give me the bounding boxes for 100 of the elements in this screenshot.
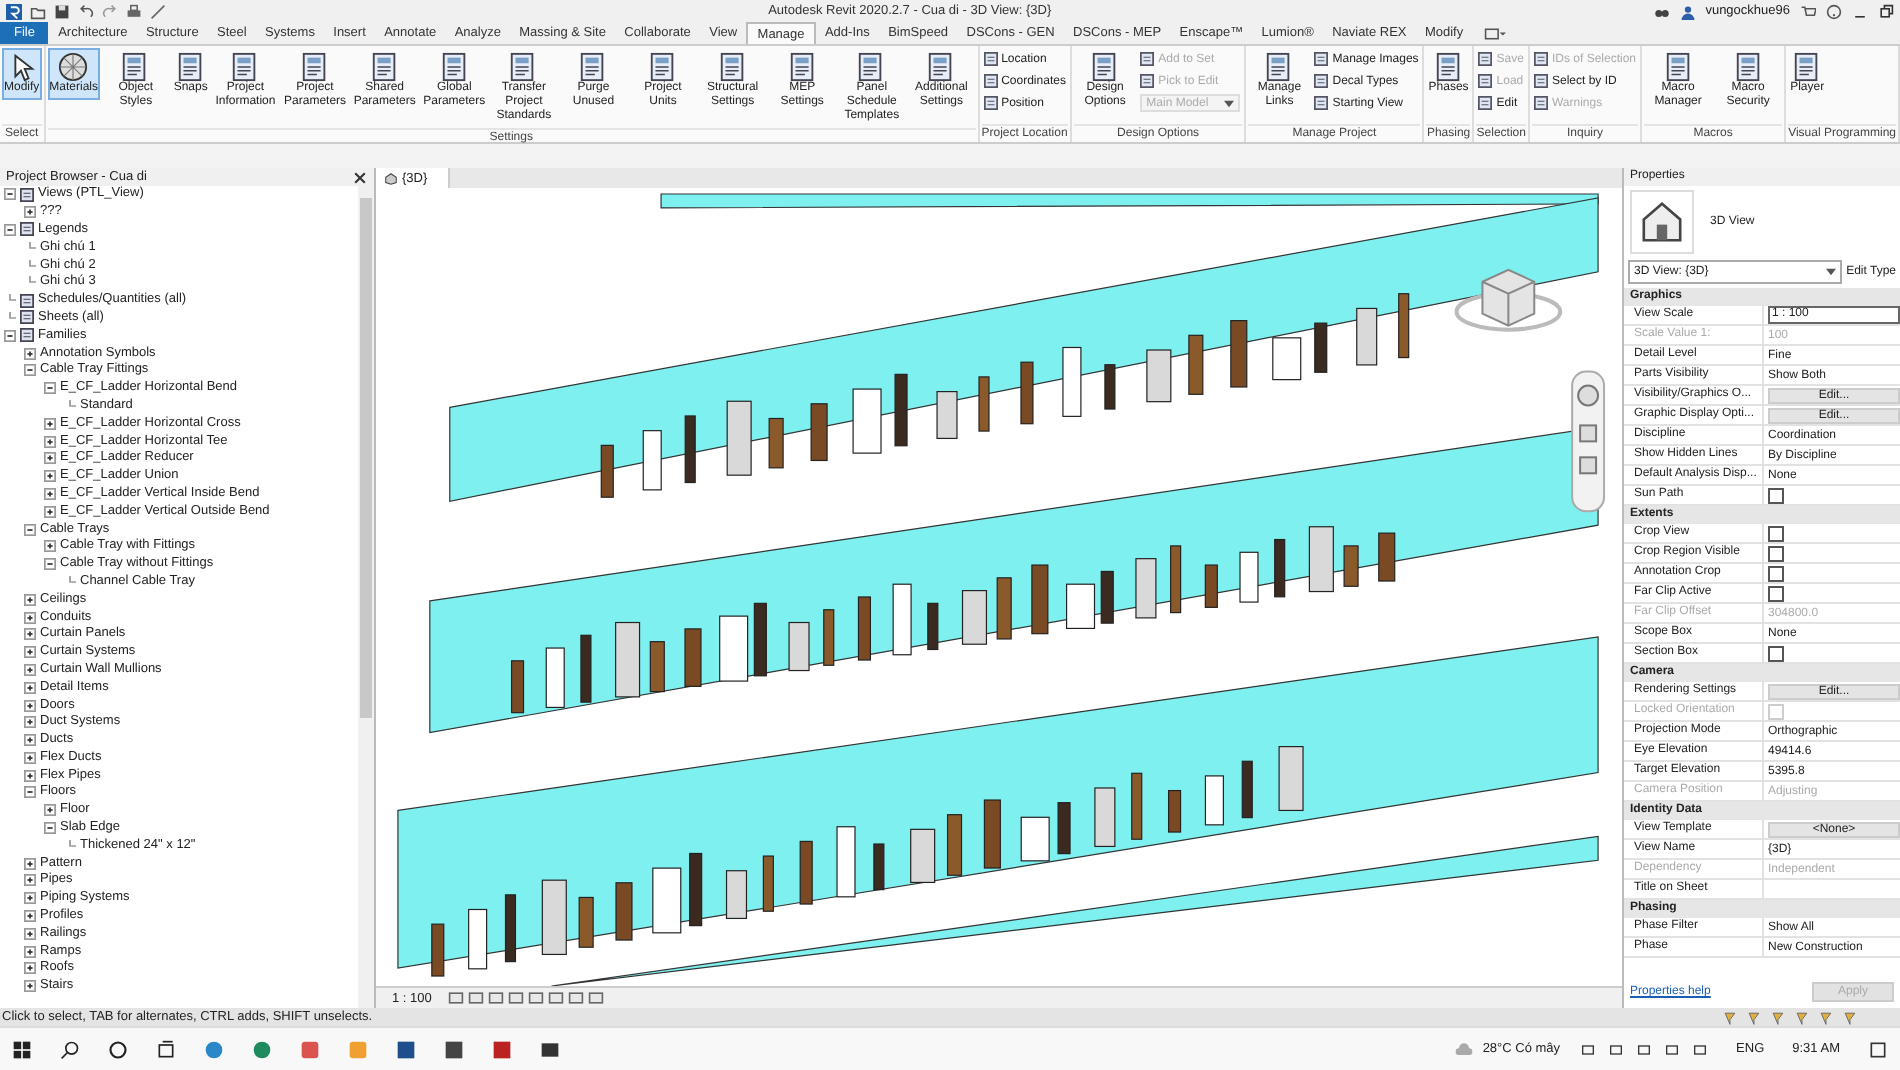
tree-line-icon: [24, 259, 36, 272]
expand-toggle-icon[interactable]: [24, 927, 36, 940]
expand-toggle-icon[interactable]: [24, 593, 36, 606]
expand-toggle-icon[interactable]: [4, 223, 16, 236]
navigation-bar[interactable]: [1571, 370, 1606, 513]
app-icon[interactable]: [492, 1039, 512, 1059]
app-icon[interactable]: [444, 1039, 464, 1059]
expand-toggle-icon[interactable]: [24, 681, 36, 694]
expand-toggle-icon[interactable]: [24, 628, 36, 641]
document-icon: [983, 96, 998, 110]
document-icon: [1314, 74, 1329, 88]
expand-toggle-icon[interactable]: [24, 699, 36, 711]
expand-toggle-icon[interactable]: [44, 417, 56, 430]
cart-icon[interactable]: [1800, 3, 1816, 19]
document-icon: [1314, 96, 1329, 110]
expand-toggle-icon[interactable]: [24, 646, 36, 659]
view-cube-icon[interactable]: [1454, 268, 1563, 332]
document-icon: [856, 52, 887, 82]
expand-toggle-icon[interactable]: [24, 910, 36, 923]
expand-toggle-icon[interactable]: [44, 822, 56, 835]
tree-line-icon: [64, 575, 76, 588]
tree-line-icon: [24, 276, 36, 289]
expand-toggle-icon[interactable]: [24, 874, 36, 887]
expand-toggle-icon[interactable]: [44, 382, 56, 395]
document-icon: [926, 52, 957, 82]
document-icon: [1533, 96, 1548, 110]
expand-toggle-icon[interactable]: [24, 663, 36, 676]
checkbox[interactable]: [1768, 585, 1784, 601]
expand-toggle-icon[interactable]: [24, 751, 36, 764]
tree-line-icon: [64, 399, 76, 412]
scrollbar[interactable]: [358, 186, 374, 1008]
document-icon: [1140, 74, 1155, 88]
document-icon: [1663, 52, 1694, 82]
document-icon: [648, 52, 678, 82]
expand-toggle-icon[interactable]: [44, 804, 56, 817]
expand-toggle-icon[interactable]: [24, 734, 36, 747]
folder-view-icon: [20, 328, 34, 343]
circle-icon[interactable]: [108, 1039, 128, 1059]
panel-toggle-icon[interactable]: [1484, 25, 1507, 41]
document-icon: [120, 52, 151, 82]
expand-toggle-icon[interactable]: [24, 769, 36, 782]
tree-line-icon: [24, 241, 36, 254]
expand-toggle-icon[interactable]: [24, 962, 36, 975]
notification-icon[interactable]: [1868, 1039, 1888, 1059]
document-icon: [1433, 52, 1464, 82]
expand-toggle-icon[interactable]: [24, 611, 36, 624]
help-icon[interactable]: [1826, 3, 1842, 19]
save-icon[interactable]: [54, 3, 70, 19]
house-icon: [1630, 190, 1694, 254]
caret-icon: [1826, 268, 1837, 276]
expand-toggle-icon[interactable]: [44, 487, 56, 500]
expand-toggle-icon[interactable]: [44, 452, 56, 465]
scrollbar-thumb[interactable]: [360, 198, 372, 718]
search-icon[interactable]: [60, 1039, 80, 1059]
checkbox[interactable]: [1768, 565, 1784, 581]
caret-icon: [1224, 99, 1235, 107]
document-icon: [1733, 52, 1764, 82]
document-icon: [439, 52, 470, 82]
expand-toggle-icon[interactable]: [24, 523, 36, 536]
task-view-icon[interactable]: [156, 1039, 176, 1059]
document-icon: [508, 52, 539, 82]
expand-toggle-icon[interactable]: [24, 857, 36, 870]
checkbox[interactable]: [1768, 645, 1784, 661]
expand-toggle-icon[interactable]: [24, 980, 36, 993]
expand-toggle-icon[interactable]: [44, 435, 56, 448]
document-icon: [983, 74, 998, 88]
app-logo-icon[interactable]: [6, 3, 22, 19]
close-icon[interactable]: [352, 169, 368, 185]
app-icon[interactable]: [396, 1039, 416, 1059]
expand-toggle-icon[interactable]: [4, 329, 16, 342]
checkbox[interactable]: [1768, 525, 1784, 541]
tree-line-icon: [64, 839, 76, 852]
expand-toggle-icon[interactable]: [44, 470, 56, 483]
app-icon[interactable]: [540, 1039, 560, 1059]
expand-toggle-icon[interactable]: [24, 786, 36, 799]
document-icon: [1140, 52, 1155, 66]
checkbox[interactable]: [1768, 487, 1784, 503]
start-icon[interactable]: [12, 1039, 32, 1059]
document-icon: [983, 52, 998, 66]
document-icon: [1533, 52, 1548, 66]
expand-toggle-icon[interactable]: [44, 558, 56, 571]
document-icon: [230, 52, 261, 82]
expand-toggle-icon[interactable]: [24, 347, 36, 360]
expand-toggle-icon[interactable]: [24, 364, 36, 377]
expand-toggle-icon[interactable]: [24, 945, 36, 958]
undo-icon[interactable]: [78, 3, 94, 19]
print-icon[interactable]: [126, 3, 142, 19]
expand-toggle-icon[interactable]: [4, 188, 16, 201]
folder-icon[interactable]: [30, 3, 46, 19]
expand-toggle-icon[interactable]: [24, 892, 36, 905]
checkbox[interactable]: [1768, 545, 1784, 561]
user-icon[interactable]: [1679, 3, 1696, 19]
expand-toggle-icon[interactable]: [44, 505, 56, 518]
expand-toggle-icon[interactable]: [24, 206, 36, 219]
restore-icon[interactable]: [1878, 3, 1894, 19]
document-icon: [1478, 96, 1493, 110]
expand-toggle-icon[interactable]: [24, 716, 36, 729]
expand-toggle-icon[interactable]: [44, 540, 56, 553]
sphere-icon: [58, 52, 89, 82]
document-icon: [717, 52, 748, 82]
